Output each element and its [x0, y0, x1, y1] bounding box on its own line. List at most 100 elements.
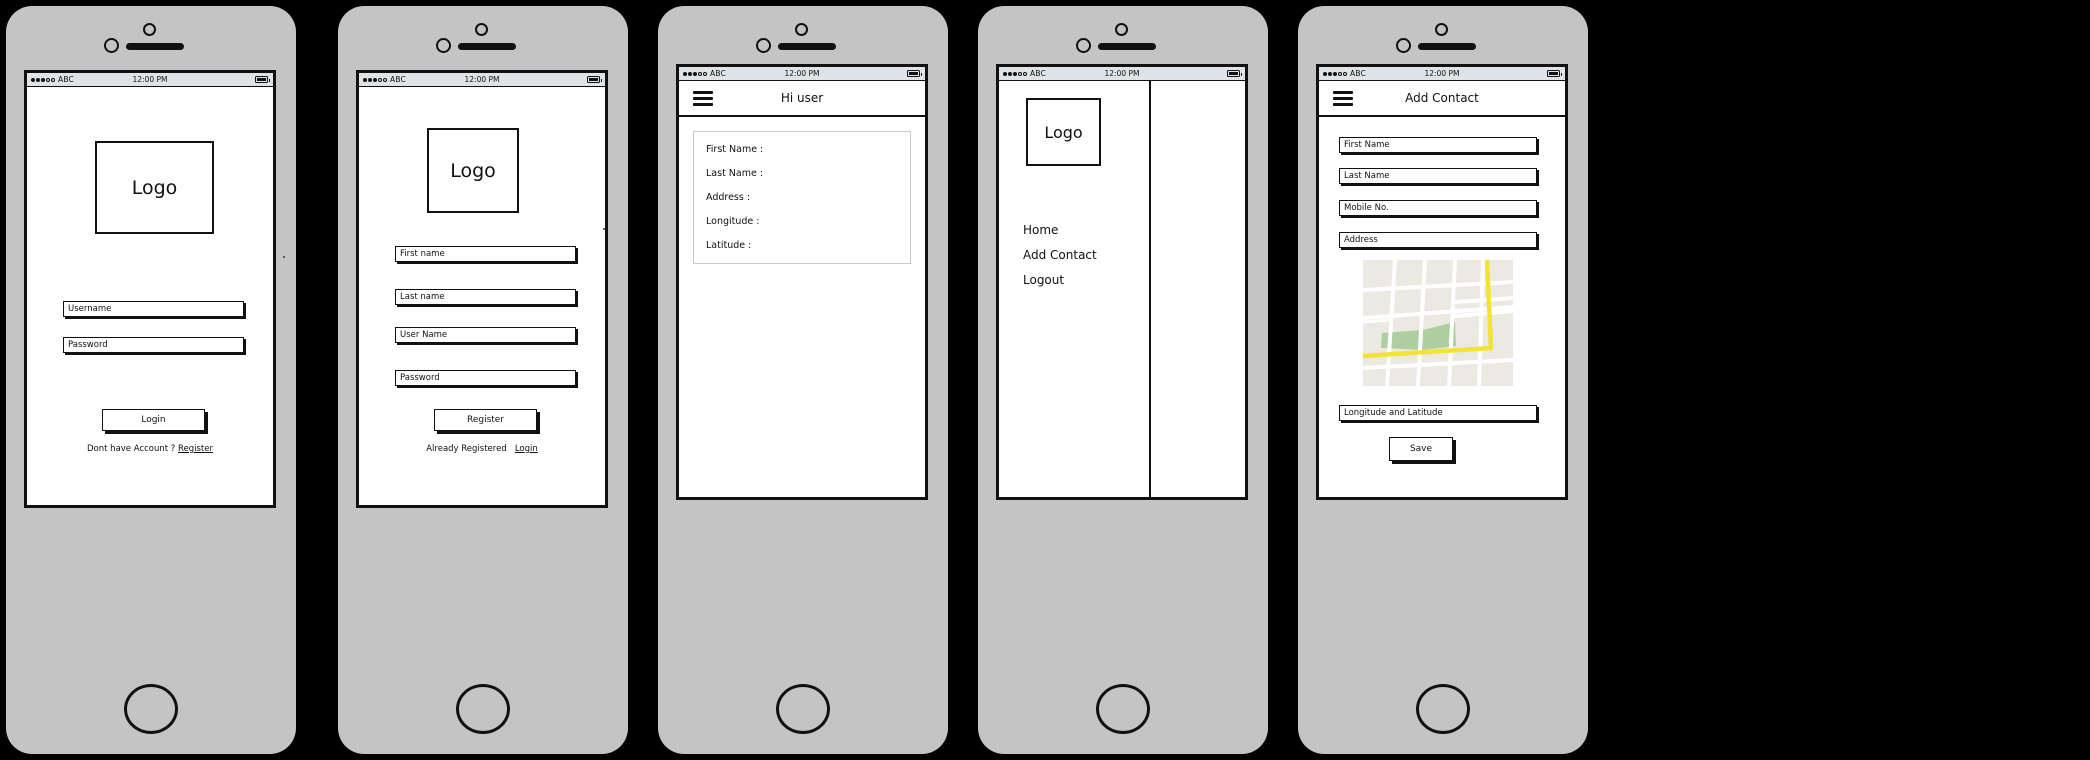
- user-name-input[interactable]: User Name: [395, 327, 576, 343]
- front-camera-icon: [1115, 23, 1128, 36]
- register-button[interactable]: Register: [434, 409, 537, 431]
- phone-device-add-contact: ABC 12:00 PM Add Contact First Name Last…: [1298, 6, 1588, 754]
- signal-strength-icon: [683, 71, 707, 76]
- earpiece-speaker: [126, 43, 184, 50]
- app-navbar: Hi user: [679, 81, 925, 117]
- hamburger-icon[interactable]: [1333, 88, 1353, 109]
- username-input[interactable]: Username: [63, 301, 244, 317]
- clock-label: 12:00 PM: [1104, 69, 1140, 78]
- login-button[interactable]: Login: [102, 409, 205, 431]
- sensor-icon: [1076, 38, 1091, 53]
- clock-label: 12:00 PM: [132, 75, 168, 84]
- status-bar-left: ABC: [31, 75, 74, 84]
- status-bar-left: ABC: [683, 69, 726, 78]
- register-link[interactable]: Register: [178, 444, 213, 454]
- clock-label: 12:00 PM: [784, 69, 820, 78]
- mobile-no-input[interactable]: Mobile No.: [1339, 200, 1537, 216]
- drawer-item-add-contact[interactable]: Add Contact: [1023, 248, 1097, 262]
- screen-login: ABC 12:00 PM Logo Username Password Logi…: [24, 70, 276, 508]
- sensor-icon: [756, 38, 771, 53]
- home-content: First Name : Last Name : Address : Longi…: [679, 117, 925, 497]
- battery-icon: [1547, 70, 1562, 77]
- longitude-latitude-input[interactable]: Longitude and Latitude: [1339, 405, 1537, 421]
- drawer-item-home[interactable]: Home: [1023, 223, 1097, 237]
- artboard-marker: [283, 256, 285, 258]
- status-bar-left: ABC: [1323, 69, 1366, 78]
- home-button[interactable]: [776, 684, 830, 734]
- earpiece-speaker: [458, 43, 516, 50]
- screen-drawer: ABC 12:00 PM Logo Home Add Contact Logou…: [996, 64, 1248, 500]
- password-input[interactable]: Password: [395, 370, 576, 386]
- screen-register: ABC 12:00 PM Logo First name Last name U…: [356, 70, 608, 508]
- battery-icon: [587, 76, 602, 83]
- status-bar: ABC 12:00 PM: [679, 67, 925, 81]
- home-button[interactable]: [124, 684, 178, 734]
- screen-home: ABC 12:00 PM Hi user First Name : Last N…: [676, 64, 928, 500]
- register-prompt: Dont have Account ? Register: [27, 444, 273, 454]
- screen-add-contact: ABC 12:00 PM Add Contact First Name Last…: [1316, 64, 1568, 500]
- last-name-input[interactable]: Last name: [395, 289, 576, 305]
- detail-row-address: Address :: [706, 192, 751, 203]
- earpiece-speaker: [778, 43, 836, 50]
- detail-row-longitude: Longitude :: [706, 216, 760, 227]
- drawer-item-logout[interactable]: Logout: [1023, 273, 1097, 287]
- first-name-input[interactable]: First name: [395, 246, 576, 262]
- phone-device-login: ABC 12:00 PM Logo Username Password Logi…: [6, 6, 296, 754]
- status-bar: ABC 12:00 PM: [359, 73, 605, 87]
- hamburger-icon[interactable]: [693, 88, 713, 109]
- front-camera-icon: [143, 23, 156, 36]
- register-content: Logo First name Last name User Name Pass…: [359, 87, 605, 505]
- home-button[interactable]: [456, 684, 510, 734]
- clock-label: 12:00 PM: [1424, 69, 1460, 78]
- login-prompt: Already Registered Login: [359, 444, 605, 454]
- map-preview[interactable]: [1363, 260, 1513, 386]
- battery-icon: [1227, 70, 1242, 77]
- phone-device-drawer: ABC 12:00 PM Logo Home Add Contact Logou…: [978, 6, 1268, 754]
- page-title: Hi user: [780, 91, 824, 105]
- map-icon: [1363, 260, 1513, 386]
- save-button[interactable]: Save: [1389, 437, 1453, 461]
- phone-device-home: ABC 12:00 PM Hi user First Name : Last N…: [658, 6, 948, 754]
- battery-icon: [255, 76, 270, 83]
- signal-strength-icon: [363, 77, 387, 82]
- sensor-icon: [436, 38, 451, 53]
- home-button[interactable]: [1416, 684, 1470, 734]
- signal-strength-icon: [1003, 71, 1027, 76]
- detail-row-last-name: Last Name :: [706, 168, 764, 179]
- status-bar-left: ABC: [1003, 69, 1046, 78]
- app-logo: Logo: [427, 128, 519, 213]
- carrier-label: ABC: [58, 75, 74, 84]
- carrier-label: ABC: [1350, 69, 1366, 78]
- app-logo: Logo: [95, 141, 214, 234]
- home-button[interactable]: [1096, 684, 1150, 734]
- front-camera-icon: [475, 23, 488, 36]
- carrier-label: ABC: [710, 69, 726, 78]
- front-camera-icon: [795, 23, 808, 36]
- contact-detail-card: First Name : Last Name : Address : Longi…: [693, 131, 911, 264]
- address-input[interactable]: Address: [1339, 232, 1537, 248]
- detail-row-latitude: Latitude :: [706, 240, 752, 251]
- signal-strength-icon: [1323, 71, 1347, 76]
- register-prompt-text: Dont have Account ?: [87, 444, 176, 454]
- page-title: Add Contact: [1405, 91, 1479, 105]
- drawer-edge-divider: [1149, 81, 1151, 497]
- drawer-content: Logo Home Add Contact Logout: [999, 81, 1245, 497]
- login-link[interactable]: Login: [515, 444, 538, 454]
- signal-strength-icon: [31, 77, 55, 82]
- password-input[interactable]: Password: [63, 337, 244, 353]
- app-navbar: Add Contact: [1319, 81, 1565, 117]
- app-logo: Logo: [1026, 98, 1101, 166]
- carrier-label: ABC: [1030, 69, 1046, 78]
- phone-device-register: ABC 12:00 PM Logo First name Last name U…: [338, 6, 628, 754]
- first-name-input[interactable]: First Name: [1339, 137, 1537, 153]
- earpiece-speaker: [1418, 43, 1476, 50]
- artboard-marker: [603, 228, 605, 230]
- battery-icon: [907, 70, 922, 77]
- clock-label: 12:00 PM: [464, 75, 500, 84]
- status-bar: ABC 12:00 PM: [1319, 67, 1565, 81]
- sensor-icon: [1396, 38, 1411, 53]
- sensor-icon: [104, 38, 119, 53]
- last-name-input[interactable]: Last Name: [1339, 168, 1537, 184]
- drawer-menu: Home Add Contact Logout: [1023, 223, 1097, 298]
- status-bar: ABC 12:00 PM: [27, 73, 273, 87]
